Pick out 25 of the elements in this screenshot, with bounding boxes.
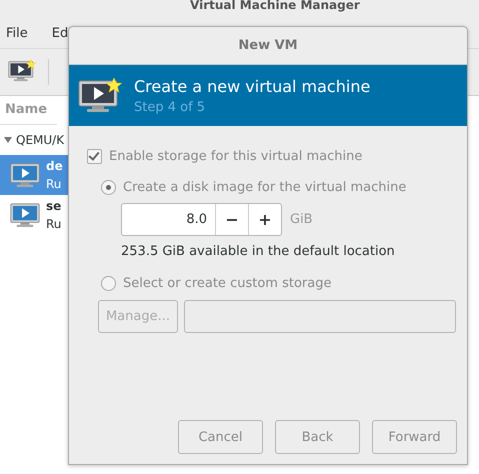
wizard-heading: Create a new virtual machine [134,76,370,96]
vm-status: Ru [46,216,62,233]
decrement-button[interactable]: − [215,204,248,235]
vm-row[interactable]: se Ru [0,195,68,235]
expander-icon[interactable] [4,137,12,143]
checkbox-label: Enable storage for this virtual machine [109,148,362,164]
radio-label: Create a disk image for the virtual machine [123,180,406,194]
unit-label: GiB [290,212,313,227]
increment-button[interactable]: + [248,204,281,235]
radio-button[interactable] [101,180,116,194]
storage-path-field[interactable] [184,300,456,333]
window-title: Virtual Machine Manager [189,0,361,14]
vm-name: se [46,198,62,215]
step-label: Step 4 of 5 [134,100,206,114]
monitor-star-icon [8,59,36,83]
vm-status: Ru [46,176,62,193]
available-space-text: 253.5 GiB available in the default location [121,244,396,259]
menu-item[interactable]: File [6,26,28,40]
checkbox[interactable] [87,148,102,164]
vm-name: de [46,158,63,175]
connection-name: QEMU/K [16,133,64,147]
disk-size-field[interactable]: 8.0 − + [121,203,282,236]
monitor-star-icon [78,78,122,114]
radio-button[interactable] [101,276,116,290]
radio-label: Select or create custom storage [123,276,332,290]
